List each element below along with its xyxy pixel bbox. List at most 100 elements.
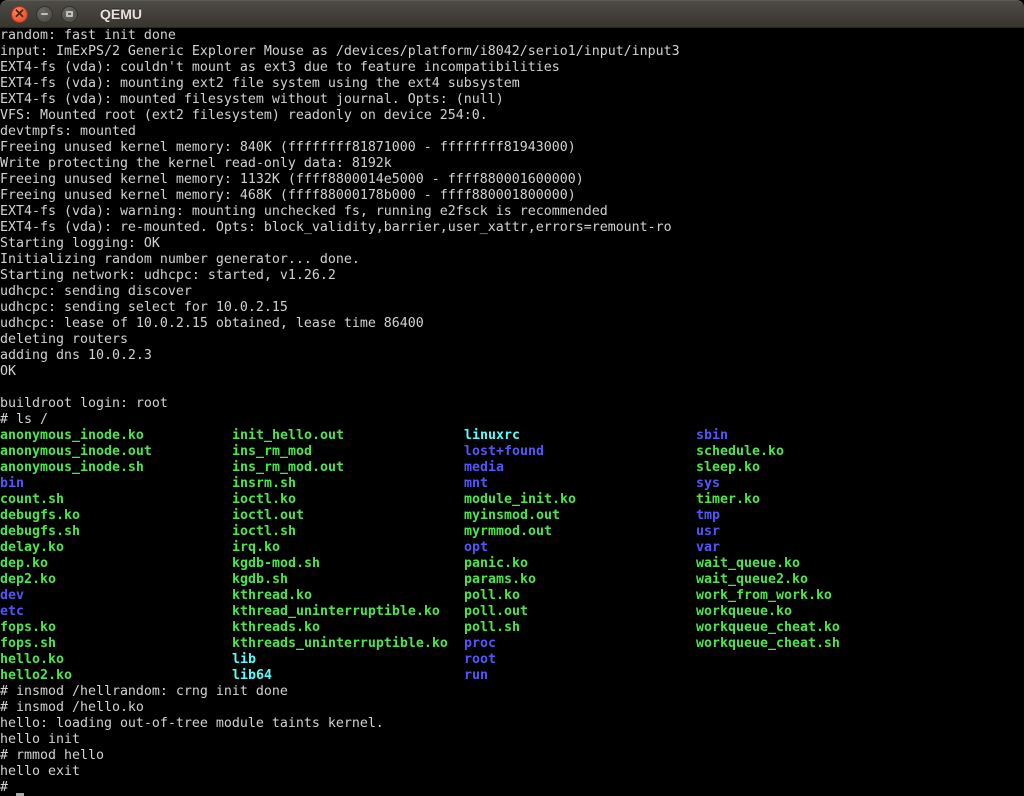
window-title: QEMU — [100, 6, 142, 22]
file-entry: poll.out — [464, 604, 696, 620]
file-entry: bin — [0, 476, 232, 492]
file-entry: wait_queue.ko — [696, 556, 928, 572]
file-entry: lib64 — [232, 668, 464, 684]
terminal-line: # rmmod hello — [0, 748, 1024, 764]
file-entry: hello.ko — [0, 652, 232, 668]
minimize-button[interactable] — [36, 6, 53, 23]
file-entry: myrmmod.out — [464, 524, 696, 540]
file-entry: linuxrc — [464, 428, 696, 444]
file-entry: delay.ko — [0, 540, 232, 556]
file-entry: ins_rm_mod — [232, 444, 464, 460]
file-entry: kthreads.ko — [232, 620, 464, 636]
terminal-line: adding dns 10.0.2.3 — [0, 348, 1024, 364]
terminal-line: hello exit — [0, 764, 1024, 780]
terminal-line: buildroot login: root — [0, 396, 1024, 412]
file-entry: run — [464, 668, 696, 684]
file-entry: anonymous_inode.ko — [0, 428, 232, 444]
file-entry: fops.sh — [0, 636, 232, 652]
file-entry: irq.ko — [232, 540, 464, 556]
file-entry: kgdb-mod.sh — [232, 556, 464, 572]
file-entry: opt — [464, 540, 696, 556]
text-cursor — [16, 780, 24, 796]
file-entry: mnt — [464, 476, 696, 492]
file-entry: usr — [696, 524, 928, 540]
file-entry: kthreads_uninterruptible.ko — [232, 636, 464, 652]
file-entry: etc — [0, 604, 232, 620]
boot-log: random: fast init doneinput: ImExPS/2 Ge… — [0, 28, 1024, 428]
file-entry: ioctl.out — [232, 508, 464, 524]
terminal-line: EXT4-fs (vda): couldn't mount as ext3 du… — [0, 60, 1024, 76]
terminal-line: EXT4-fs (vda): mounted filesystem withou… — [0, 92, 1024, 108]
file-entry: sbin — [696, 428, 928, 444]
file-entry: root — [464, 652, 696, 668]
terminal-line: random: fast init done — [0, 28, 1024, 44]
terminal-line: EXT4-fs (vda): re-mounted. Opts: block_v… — [0, 220, 1024, 236]
terminal-line: devtmpfs: mounted — [0, 124, 1024, 140]
terminal-line: udhcpc: sending discover — [0, 284, 1024, 300]
file-entry: tmp — [696, 508, 928, 524]
file-entry: count.sh — [0, 492, 232, 508]
file-entry: workqueue_cheat.sh — [696, 636, 928, 652]
terminal-line: OK — [0, 364, 1024, 380]
terminal-line: VFS: Mounted root (ext2 filesystem) read… — [0, 108, 1024, 124]
maximize-button[interactable] — [61, 6, 78, 23]
file-entry: ioctl.ko — [232, 492, 464, 508]
file-entry: kthread_uninterruptible.ko — [232, 604, 464, 620]
file-entry: var — [696, 540, 928, 556]
close-button[interactable]: ✕ — [11, 6, 28, 23]
terminal-line: Initializing random number generator... … — [0, 252, 1024, 268]
file-entry: init_hello.out — [232, 428, 464, 444]
file-entry: schedule.ko — [696, 444, 928, 460]
file-entry: dev — [0, 588, 232, 604]
file-entry: dep2.ko — [0, 572, 232, 588]
terminal-line: Freeing unused kernel memory: 468K (ffff… — [0, 188, 1024, 204]
shell-prompt-line: # — [0, 780, 1024, 796]
file-entry: sleep.ko — [696, 460, 928, 476]
terminal-line: Write protecting the kernel read-only da… — [0, 156, 1024, 172]
file-entry: params.ko — [464, 572, 696, 588]
terminal-line: Freeing unused kernel memory: 1132K (fff… — [0, 172, 1024, 188]
file-entry: hello2.ko — [0, 668, 232, 684]
minimize-icon — [41, 13, 48, 15]
terminal-line: input: ImExPS/2 Generic Explorer Mouse a… — [0, 44, 1024, 60]
file-entry: panic.ko — [464, 556, 696, 572]
file-listing: anonymous_inode.koanonymous_inode.outano… — [0, 428, 1024, 684]
file-entry: anonymous_inode.out — [0, 444, 232, 460]
file-entry: wait_queue2.ko — [696, 572, 928, 588]
file-entry: myinsmod.out — [464, 508, 696, 524]
terminal-screen[interactable]: random: fast init doneinput: ImExPS/2 Ge… — [0, 28, 1024, 796]
file-entry: timer.ko — [696, 492, 928, 508]
terminal-line: udhcpc: lease of 10.0.2.15 obtained, lea… — [0, 316, 1024, 332]
terminal-line: # insmod /hellrandom: crng init done — [0, 684, 1024, 700]
terminal-line: Freeing unused kernel memory: 840K (ffff… — [0, 140, 1024, 156]
terminal-line: deleting routers — [0, 332, 1024, 348]
terminal-line: # insmod /hello.ko — [0, 700, 1024, 716]
close-icon: ✕ — [14, 7, 25, 20]
file-entry: module_init.ko — [464, 492, 696, 508]
file-entry: sys — [696, 476, 928, 492]
maximize-icon — [66, 11, 73, 17]
file-entry: insrm.sh — [232, 476, 464, 492]
terminal-line — [0, 380, 1024, 396]
terminal-line: Starting network: udhcpc: started, v1.26… — [0, 268, 1024, 284]
file-entry: ins_rm_mod.out — [232, 460, 464, 476]
file-entry: work_from_work.ko — [696, 588, 928, 604]
file-entry: poll.sh — [464, 620, 696, 636]
file-entry: fops.ko — [0, 620, 232, 636]
command-log: # insmod /hellrandom: crng init done# in… — [0, 684, 1024, 780]
file-entry: anonymous_inode.sh — [0, 460, 232, 476]
file-entry: poll.ko — [464, 588, 696, 604]
prompt-symbol: # — [0, 780, 16, 796]
file-entry: lib — [232, 652, 464, 668]
terminal-line: udhcpc: sending select for 10.0.2.15 — [0, 300, 1024, 316]
terminal-line: EXT4-fs (vda): mounting ext2 file system… — [0, 76, 1024, 92]
file-entry: dep.ko — [0, 556, 232, 572]
file-entry: proc — [464, 636, 696, 652]
qemu-window: ✕ QEMU random: fast init doneinput: ImEx… — [0, 0, 1024, 796]
terminal-line: # ls / — [0, 412, 1024, 428]
terminal-line: Starting logging: OK — [0, 236, 1024, 252]
file-entry: kthread.ko — [232, 588, 464, 604]
terminal-line: hello: loading out-of-tree module taints… — [0, 716, 1024, 732]
file-entry: debugfs.ko — [0, 508, 232, 524]
file-entry: debugfs.sh — [0, 524, 232, 540]
